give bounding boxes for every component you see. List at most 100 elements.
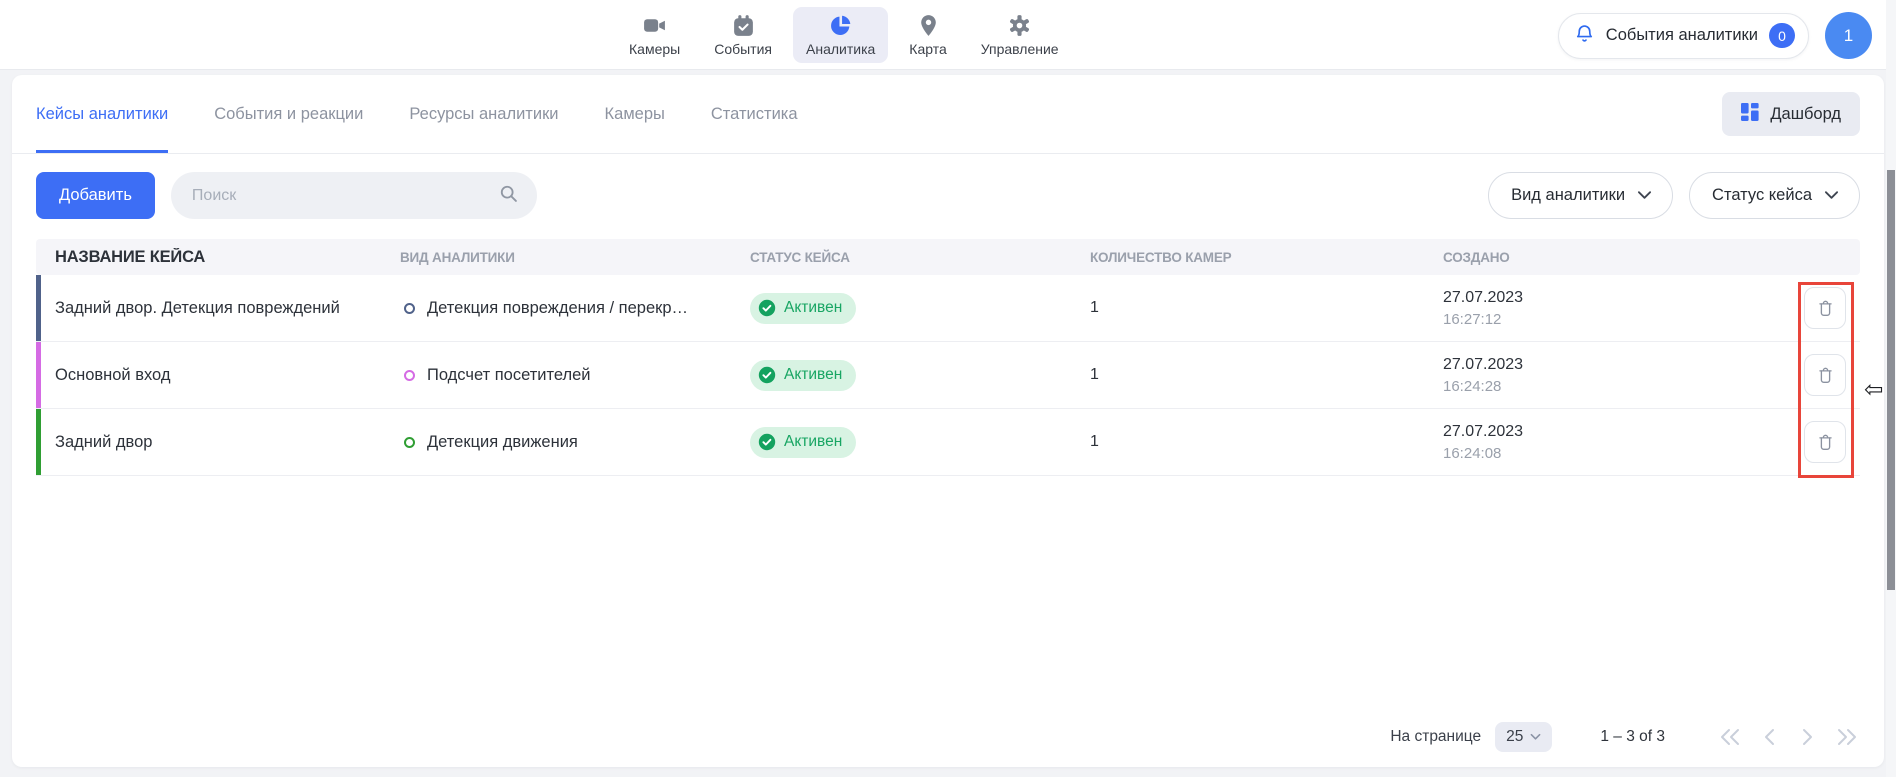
trash-icon <box>1816 298 1835 318</box>
check-circle-icon <box>758 366 776 384</box>
status-badge: Активен <box>750 293 856 324</box>
camera-count: 1 <box>1090 366 1443 384</box>
cases-table: НАЗВАНИЕ КЕЙСА ВИД АНАЛИТИКИ СТАТУС КЕЙС… <box>12 219 1884 476</box>
row-color-bar <box>36 342 41 408</box>
avatar[interactable]: 1 <box>1825 12 1872 59</box>
status-label: Активен <box>784 299 842 317</box>
created-time: 16:24:28 <box>1443 378 1790 395</box>
per-page-label: На странице <box>1390 728 1481 746</box>
chevron-down-icon <box>1824 186 1839 205</box>
created-cell: 27.07.2023 16:24:08 <box>1443 423 1790 462</box>
search-input[interactable] <box>192 187 488 205</box>
camera-count: 1 <box>1090 299 1443 317</box>
tab-bar: Кейсы аналитики События и реакции Ресурс… <box>12 75 1884 154</box>
events-count-badge: 0 <box>1769 23 1795 48</box>
trash-icon <box>1816 432 1835 452</box>
vertical-scrollbar[interactable] <box>1886 0 1896 777</box>
tab-analytics-resources[interactable]: Ресурсы аналитики <box>409 75 558 153</box>
nav-item-management[interactable]: Управление <box>968 7 1072 63</box>
gear-icon <box>1007 13 1032 38</box>
search-box <box>171 172 537 219</box>
created-cell: 27.07.2023 16:27:12 <box>1443 289 1790 328</box>
top-right-controls: События аналитики 0 1 <box>1558 12 1872 59</box>
dashboard-grid-icon <box>1741 103 1759 126</box>
column-header-created: СОЗДАНО <box>1443 250 1790 265</box>
actions-cell <box>1790 354 1860 396</box>
prev-page-icon[interactable] <box>1756 724 1782 750</box>
delete-button[interactable] <box>1804 421 1846 463</box>
analytics-events-button[interactable]: События аналитики 0 <box>1558 13 1809 59</box>
first-page-icon[interactable] <box>1717 724 1743 750</box>
pie-chart-icon <box>828 13 853 38</box>
status-cell: Активен <box>750 427 1090 458</box>
created-time: 16:24:08 <box>1443 445 1790 462</box>
actions-cell <box>1790 421 1860 463</box>
check-circle-icon <box>758 299 776 317</box>
status-badge: Активен <box>750 427 856 458</box>
created-cell: 27.07.2023 16:24:28 <box>1443 356 1790 395</box>
tab-statistics[interactable]: Статистика <box>711 75 798 153</box>
nav-item-analytics[interactable]: Аналитика <box>793 7 888 63</box>
camera-count: 1 <box>1090 433 1443 451</box>
nav-item-label: Карта <box>909 41 946 57</box>
nav-item-events[interactable]: События <box>701 7 785 63</box>
video-camera-icon <box>642 13 667 38</box>
last-page-icon[interactable] <box>1834 724 1860 750</box>
tab-analytics-cases[interactable]: Кейсы аналитики <box>36 75 168 153</box>
nav-item-cameras[interactable]: Камеры <box>616 7 693 63</box>
created-date: 27.07.2023 <box>1443 356 1790 374</box>
analytics-type-cell: Детекция повреждения / перекр… <box>400 299 750 318</box>
add-button[interactable]: Добавить <box>36 172 155 219</box>
per-page-select[interactable]: 25 <box>1495 722 1552 752</box>
table-header: НАЗВАНИЕ КЕЙСА ВИД АНАЛИТИКИ СТАТУС КЕЙС… <box>36 239 1860 275</box>
created-date: 27.07.2023 <box>1443 423 1790 441</box>
tab-events-reactions[interactable]: События и реакции <box>214 75 363 153</box>
filter-label: Статус кейса <box>1712 186 1812 205</box>
nav-item-label: Аналитика <box>806 41 875 57</box>
analytics-type-dot-icon <box>404 370 415 381</box>
next-page-icon[interactable] <box>1795 724 1821 750</box>
nav-item-label: Управление <box>981 41 1059 57</box>
case-name: Основной вход <box>36 366 400 385</box>
toolbar: Добавить Вид аналитики Статус кейса <box>12 154 1884 219</box>
column-header-case-status: СТАТУС КЕЙСА <box>750 250 1090 265</box>
filter-case-status[interactable]: Статус кейса <box>1689 172 1860 219</box>
filter-analytics-type[interactable]: Вид аналитики <box>1488 172 1673 219</box>
calendar-check-icon <box>731 13 756 38</box>
row-color-bar <box>36 275 41 341</box>
delete-button[interactable] <box>1804 287 1846 329</box>
page-range: 1 – 3 of 3 <box>1600 728 1665 746</box>
nav-item-label: События <box>714 41 772 57</box>
actions-cell <box>1790 287 1860 329</box>
status-label: Активен <box>784 433 842 451</box>
column-header-camera-count: КОЛИЧЕСТВО КАМЕР <box>1090 250 1443 265</box>
status-label: Активен <box>784 366 842 384</box>
chevron-down-icon <box>1530 733 1541 741</box>
search-icon[interactable] <box>498 183 519 209</box>
bell-icon <box>1574 23 1595 49</box>
analytics-type-label: Детекция движения <box>427 433 578 452</box>
table-row[interactable]: Основной вход Подсчет посетителей Активе… <box>36 342 1860 409</box>
delete-button[interactable] <box>1804 354 1846 396</box>
page-content: Кейсы аналитики События и реакции Ресурс… <box>0 70 1896 777</box>
analytics-type-cell: Подсчет посетителей <box>400 366 750 385</box>
scrollbar-thumb[interactable] <box>1887 170 1895 590</box>
analytics-type-dot-icon <box>404 303 415 314</box>
main-nav: Камеры События Аналитика Карта Управлени… <box>616 0 1072 69</box>
filter-label: Вид аналитики <box>1511 186 1625 205</box>
nav-item-map[interactable]: Карта <box>896 7 959 63</box>
filters: Вид аналитики Статус кейса <box>1488 172 1860 219</box>
dashboard-button-label: Дашборд <box>1770 105 1841 124</box>
check-circle-icon <box>758 433 776 451</box>
pagination: На странице 25 1 – 3 of 3 <box>12 722 1884 767</box>
created-date: 27.07.2023 <box>1443 289 1790 307</box>
dashboard-button[interactable]: Дашборд <box>1722 92 1860 136</box>
analytics-type-cell: Детекция движения <box>400 433 750 452</box>
nav-item-label: Камеры <box>629 41 680 57</box>
table-row[interactable]: Задний двор. Детекция повреждений Детекц… <box>36 275 1860 342</box>
table-row[interactable]: Задний двор Детекция движения Активен 1 … <box>36 409 1860 476</box>
top-bar: Камеры События Аналитика Карта Управлени… <box>0 0 1896 70</box>
tab-cameras[interactable]: Камеры <box>605 75 665 153</box>
chevron-down-icon <box>1637 186 1652 205</box>
created-time: 16:27:12 <box>1443 311 1790 328</box>
